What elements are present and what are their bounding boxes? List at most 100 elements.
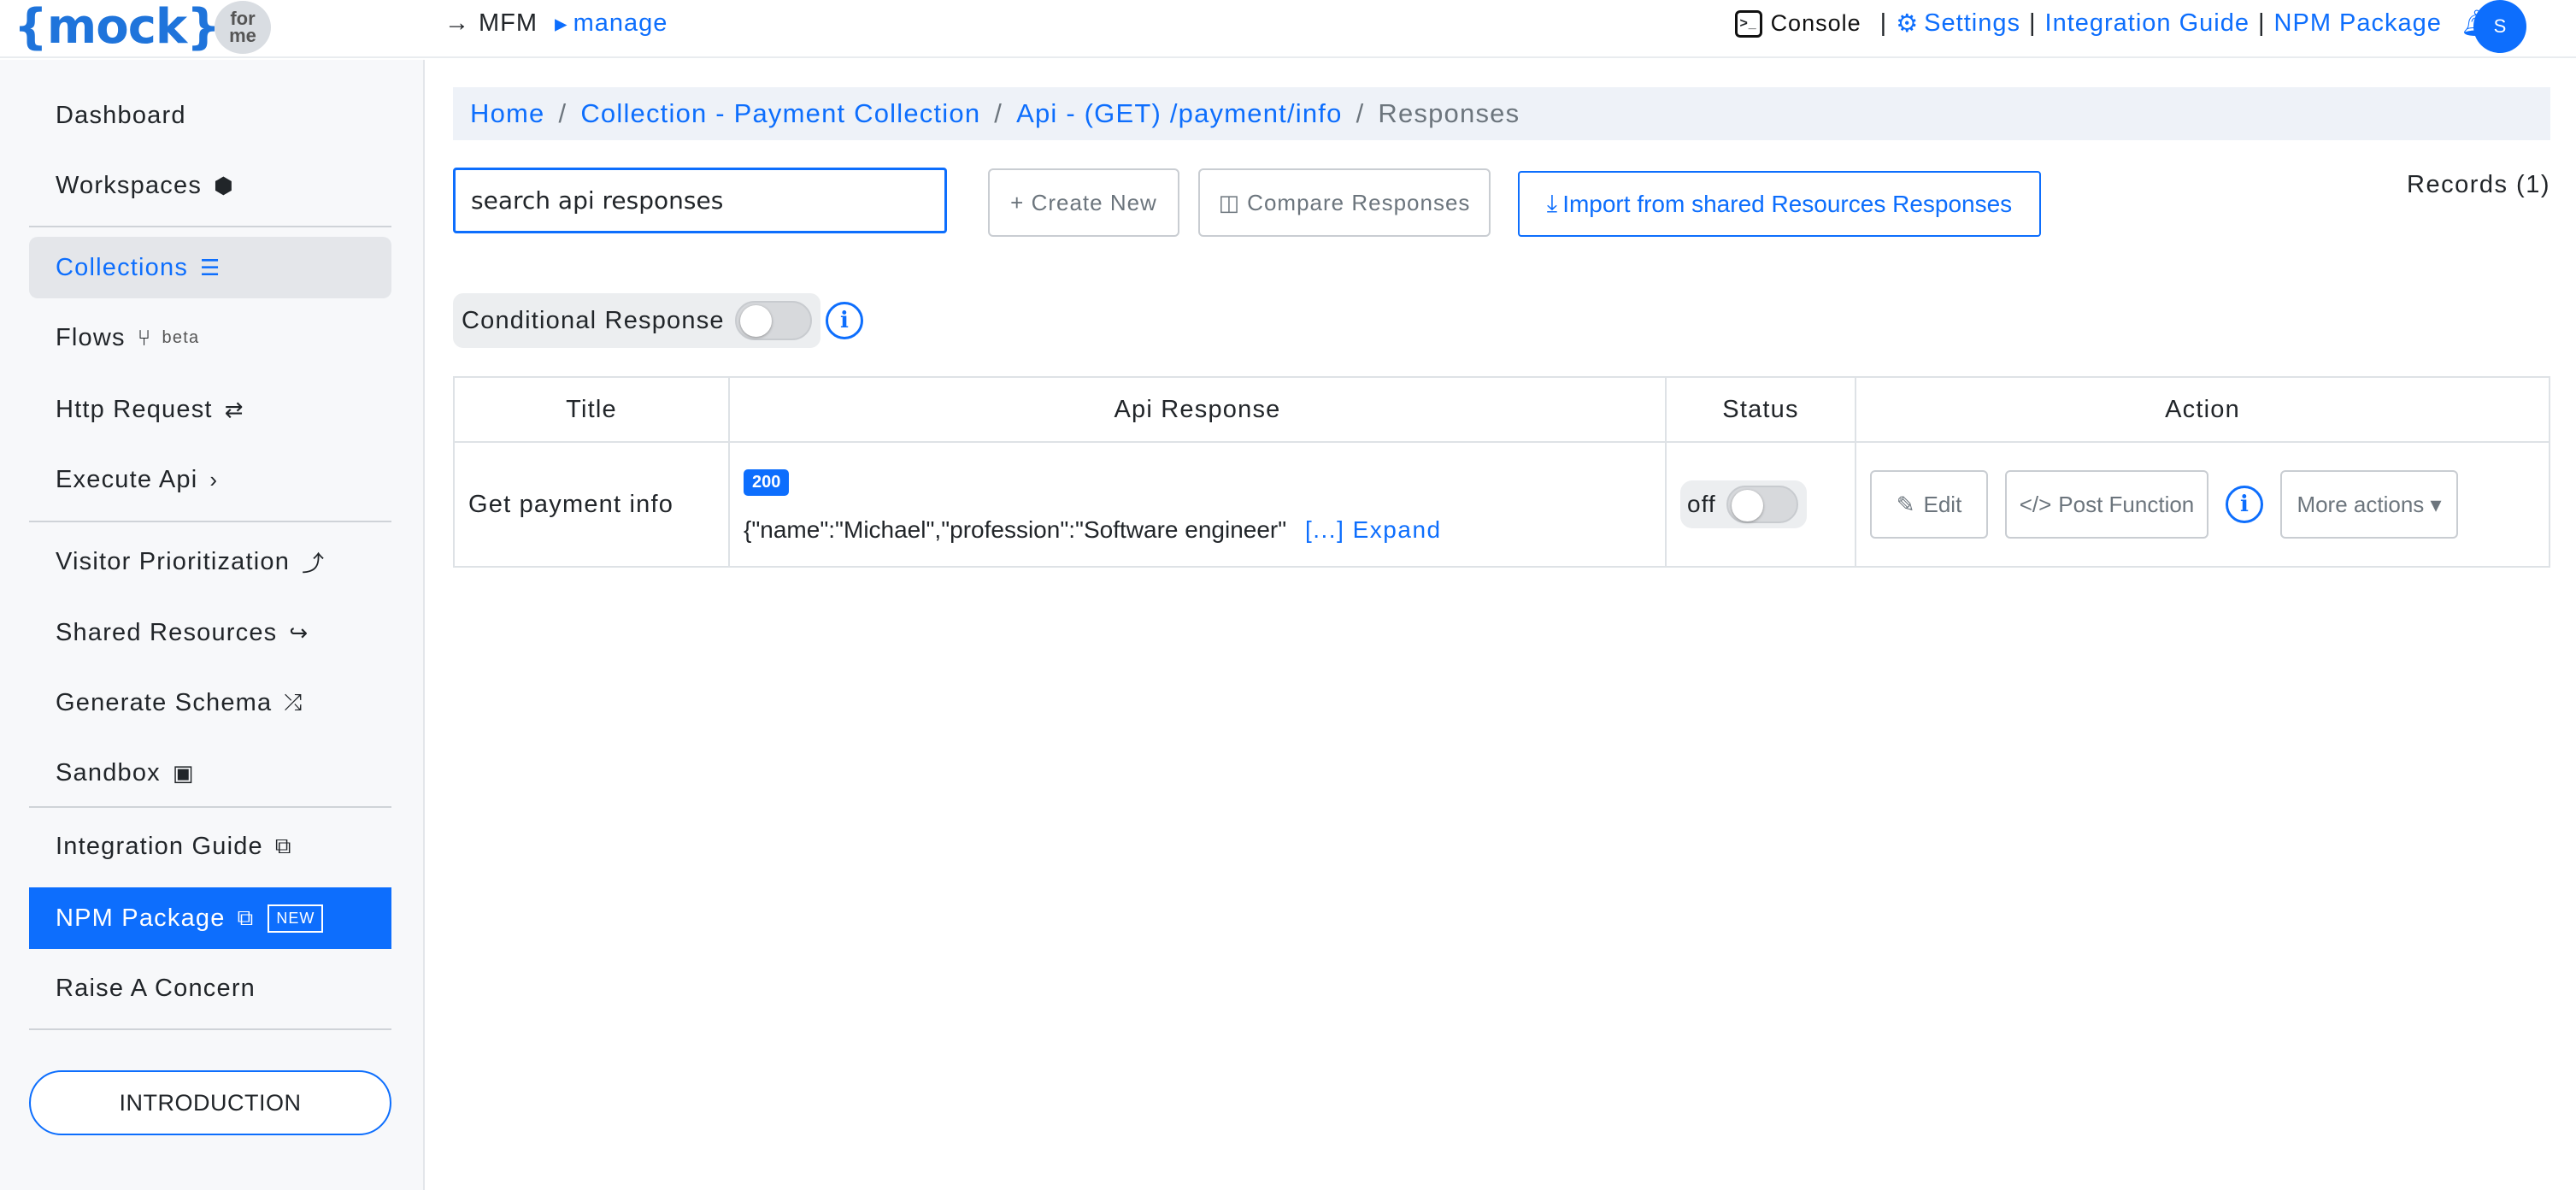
records-count: Records (1) [2407,171,2550,198]
new-badge: NEW [268,904,324,933]
status-cell: off [1665,441,1856,568]
create-new-button[interactable]: + Create New [988,168,1179,237]
breadcrumb-current: Responses [1378,98,1520,128]
breadcrumb-separator: / [994,98,1003,128]
avatar[interactable]: S [2473,0,2526,53]
edit-label: Edit [1923,491,1962,517]
sidebar: Dashboard Workspaces ⬢ Collections ☰ Flo… [0,60,425,1190]
breadcrumb-collection[interactable]: Collection - Payment Collection [580,98,980,129]
sidebar-item-execute-api[interactable]: Execute Api › [29,449,391,510]
sidebar-divider [29,521,391,522]
caret-right-icon: ▸ [555,10,568,38]
sidebar-item-integration-guide[interactable]: Integration Guide ⧉ [29,816,391,877]
pencil-icon: ✎ [1896,491,1915,517]
logo-bubble: for me [215,1,271,54]
column-header-action: Action [1855,376,2550,443]
console-link[interactable]: Console [1771,10,1861,37]
sidebar-item-label: Raise A Concern [56,974,256,1002]
response-preview-line: {"name":"Michael","profession":"Software… [744,516,1665,544]
sidebar-item-label: Sandbox [56,758,161,786]
status-text: off [1687,491,1716,517]
sidebar-item-label: Integration Guide [56,832,263,860]
info-icon[interactable]: i [826,302,863,339]
sidebar-item-dashboard[interactable]: Dashboard [29,85,391,146]
introduction-button[interactable]: INTRODUCTION [29,1070,391,1135]
sidebar-item-http-request[interactable]: Http Request ⇄ [29,379,391,440]
expand-link[interactable]: [...] Expand [1305,516,1442,543]
top-header: {mock} for me → MFM ▸ manage >_ Console … [0,0,2576,58]
table-header-row: Title Api Response Status Action [453,376,2550,443]
swap-arrows-icon: ⇄ [224,396,244,422]
chevron-right-icon: › [209,466,219,492]
sidebar-item-sandbox[interactable]: Sandbox ▣ [29,742,391,804]
more-actions-dropdown[interactable]: More actions ▾ [2280,470,2458,539]
breadcrumb-separator: / [558,98,568,128]
external-link-icon: ⧉ [274,833,292,858]
breadcrumb-separator: / [1356,98,1365,128]
sidebar-item-flows[interactable]: Flows ⑂ beta [29,307,391,368]
gear-icon: ⚙ [1896,10,1920,38]
sidebar-divider [29,806,391,808]
shuffle-icon: ⤮ [284,689,303,715]
sidebar-item-label: Generate Schema [56,688,273,716]
sidebar-item-shared-resources[interactable]: Shared Resources ↪ [29,602,391,663]
terminal-icon: >_ [1734,9,1762,38]
response-preview: {"name":"Michael","profession":"Software… [744,515,1287,543]
sidebar-item-label: Collections [56,253,189,281]
post-function-label: Post Function [2058,491,2195,517]
top-nav-right: >_ Console | ⚙ Settings | Integration Gu… [1734,9,2494,38]
manage-link[interactable]: manage [573,9,668,38]
share-icon: ↪ [289,619,309,645]
search-input[interactable] [453,168,947,233]
info-icon[interactable]: i [2226,486,2263,523]
integration-guide-link[interactable]: Integration Guide [2045,9,2250,38]
table-row: Get payment info 200 {"name":"Michael","… [453,441,2550,568]
code-icon: </> [2019,491,2052,517]
conditional-response-toggle[interactable] [734,301,812,340]
conditional-response-control: Conditional Response [453,293,820,348]
action-cell: ✎ Edit </> Post Function i More actions … [1855,441,2550,568]
settings-link[interactable]: Settings [1924,9,2020,38]
response-title: Get payment info [453,441,730,568]
import-shared-responses-button[interactable]: ⤓ Import from shared Resources Responses [1518,171,2041,237]
compare-responses-label: Compare Responses [1247,189,1471,215]
sidebar-item-label: Flows [56,323,126,351]
columns-icon: ◫ [1218,189,1241,215]
external-link-icon: ⧉ [237,904,255,930]
sidebar-item-label: NPM Package [56,904,226,932]
api-response-cell: 200 {"name":"Michael","profession":"Soft… [728,441,1667,568]
status-code-badge: 200 [744,468,790,496]
logo-bubble-bottom: me [229,25,256,46]
sidebar-item-raise-a-concern[interactable]: Raise A Concern [29,957,391,1019]
app-logo[interactable]: {mock} for me [14,0,271,55]
nav-separator: | [2028,9,2037,37]
edit-button[interactable]: ✎ Edit [1870,470,1988,539]
breadcrumb-api[interactable]: Api - (GET) /payment/info [1016,98,1342,129]
sidebar-item-collections[interactable]: Collections ☰ [29,237,391,298]
responses-table: Title Api Response Status Action Get pay… [453,376,2550,568]
sidebar-item-label: Dashboard [56,101,186,129]
arrow-right-icon: → [444,9,470,37]
column-header-title: Title [453,376,730,443]
status-toggle[interactable] [1726,486,1798,523]
sidebar-item-label: Execute Api [56,465,198,493]
sidebar-item-label: Visitor Prioritization [56,547,291,575]
top-nav-left: → MFM ▸ manage [444,9,668,38]
status-control: off [1680,480,1807,528]
import-label: Import from shared Resources Responses [1562,190,2013,217]
sidebar-item-visitor-prioritization[interactable]: Visitor Prioritization ⤴ [29,531,391,592]
sidebar-item-label: Shared Resources [56,618,278,646]
sidebar-divider [29,1028,391,1030]
post-function-button[interactable]: </> Post Function [2005,470,2208,539]
logo-text: {mock} [14,0,221,55]
breadcrumb-home[interactable]: Home [470,98,545,129]
conditional-response-label: Conditional Response [462,306,725,334]
sidebar-item-workspaces[interactable]: Workspaces ⬢ [29,155,391,216]
sidebar-item-generate-schema[interactable]: Generate Schema ⤮ [29,672,391,733]
download-icon: ⤓ [1546,190,1558,216]
mfm-link[interactable]: MFM [479,9,538,38]
cube-icon: ⬢ [214,172,234,198]
compare-responses-button[interactable]: ◫ Compare Responses [1198,168,1491,237]
npm-package-link[interactable]: NPM Package [2274,9,2442,38]
sidebar-item-npm-package[interactable]: NPM Package ⧉ NEW [29,887,391,949]
